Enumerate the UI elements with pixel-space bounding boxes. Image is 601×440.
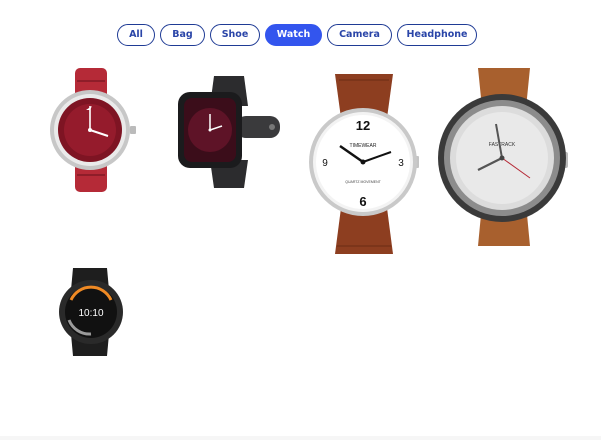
- product-card[interactable]: 12 6 9 3 TIMEWEAR QUARTZ MOVEMENT: [305, 72, 421, 256]
- product-card[interactable]: 10:10: [55, 266, 129, 358]
- svg-text:6: 6: [359, 194, 366, 209]
- round-smartwatch-image: 10:10: [59, 268, 123, 356]
- filter-headphone-button[interactable]: Headphone: [397, 24, 477, 46]
- product-card[interactable]: [46, 66, 138, 194]
- product-card[interactable]: FASTRACK: [438, 66, 570, 248]
- footer-divider: [0, 436, 601, 440]
- svg-text:TIMEWEAR: TIMEWEAR: [350, 143, 377, 149]
- svg-text:10:10: 10:10: [78, 308, 103, 319]
- svg-text:QUARTZ MOVEMENT: QUARTZ MOVEMENT: [345, 180, 381, 184]
- black-smartwatch-image: [178, 76, 280, 188]
- svg-text:3: 3: [398, 158, 404, 169]
- svg-text:FASTRACK: FASTRACK: [489, 142, 516, 148]
- filter-shoe-button[interactable]: Shoe: [210, 24, 260, 46]
- product-card[interactable]: [176, 74, 280, 190]
- filter-bag-button[interactable]: Bag: [160, 24, 205, 46]
- white-dial-watch-image: 12 6 9 3 TIMEWEAR QUARTZ MOVEMENT: [309, 74, 419, 254]
- svg-text:12: 12: [356, 118, 370, 133]
- filter-watch-button[interactable]: Watch: [265, 24, 322, 46]
- red-dial-watch-image: [50, 68, 136, 192]
- filter-camera-button[interactable]: Camera: [327, 24, 392, 46]
- silver-dial-watch-image: FASTRACK: [438, 68, 568, 246]
- svg-text:9: 9: [322, 158, 328, 169]
- filter-all-button[interactable]: All: [117, 24, 155, 46]
